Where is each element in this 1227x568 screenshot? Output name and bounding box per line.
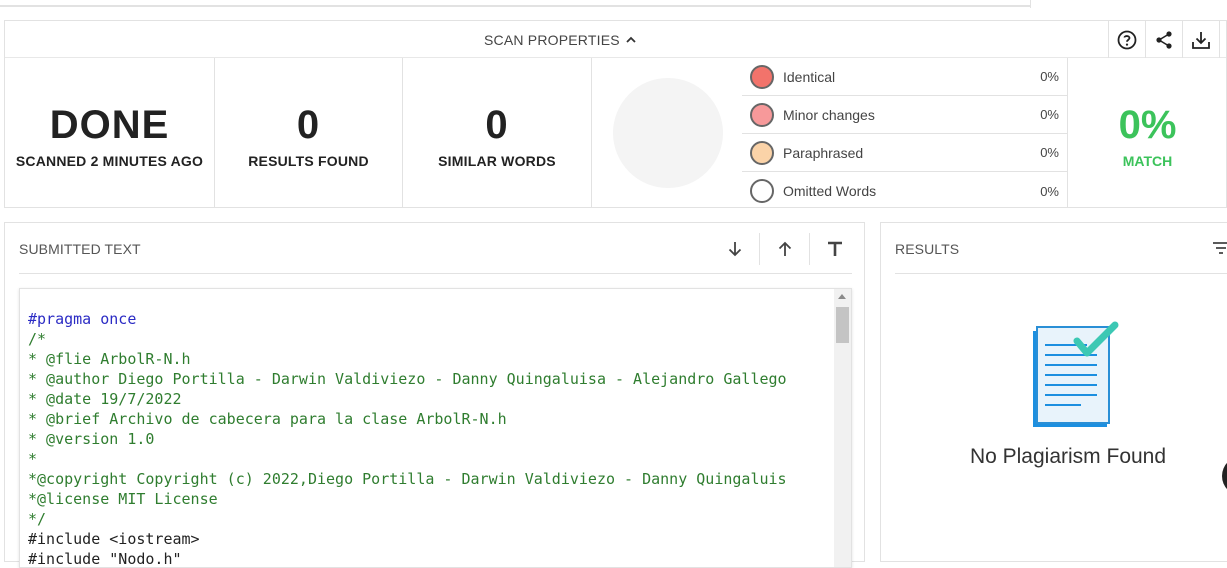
results-found-stat: 0 RESULTS FOUND bbox=[215, 58, 403, 208]
legend-row-paraphrased: Paraphrased 0% bbox=[742, 134, 1067, 172]
match-donut-chart bbox=[613, 78, 723, 188]
download-button[interactable] bbox=[1182, 21, 1219, 58]
status-value: DONE bbox=[5, 103, 214, 147]
legend-percent: 0% bbox=[1040, 107, 1059, 122]
match-label: MATCH bbox=[1068, 153, 1227, 169]
share-button[interactable] bbox=[1145, 21, 1182, 58]
arrow-up-icon bbox=[776, 240, 794, 258]
paraphrased-swatch bbox=[750, 141, 774, 165]
legend-row-minor-changes: Minor changes 0% bbox=[742, 96, 1067, 134]
results-found-value: 0 bbox=[215, 103, 402, 147]
vertical-scrollbar[interactable] bbox=[834, 289, 851, 567]
similar-words-value: 0 bbox=[403, 103, 591, 147]
filter-icon[interactable] bbox=[1211, 239, 1227, 257]
share-icon bbox=[1154, 30, 1174, 50]
scrollbar-thumb[interactable] bbox=[836, 307, 849, 343]
scan-properties-title: SCAN PROPERTIES bbox=[484, 32, 620, 48]
legend-label: Identical bbox=[783, 69, 835, 85]
code-line: * @author Diego Portilla - Darwin Valdiv… bbox=[28, 369, 787, 389]
text-format-button[interactable] bbox=[810, 233, 860, 265]
document-check-icon bbox=[1031, 321, 1121, 431]
legend-label: Paraphrased bbox=[783, 145, 863, 161]
scan-properties-panel: SCAN PROPERTIES DONE SCANNED 2 MINUTES A… bbox=[4, 20, 1227, 208]
legend-percent: 0% bbox=[1040, 184, 1059, 199]
identical-swatch bbox=[750, 65, 774, 89]
download-icon bbox=[1191, 30, 1211, 50]
arrow-down-icon bbox=[726, 240, 744, 258]
submitted-text-viewer[interactable]: #pragma once/** @flie ArbolR-N.h* @autho… bbox=[19, 288, 852, 568]
code-line: *@license MIT License bbox=[28, 489, 787, 509]
scan-properties-header: SCAN PROPERTIES bbox=[5, 21, 1226, 58]
code-line: #pragma once bbox=[28, 309, 787, 329]
code-line: * @date 19/7/2022 bbox=[28, 389, 787, 409]
code-block: #pragma once/** @flie ArbolR-N.h* @autho… bbox=[28, 309, 787, 568]
legend-label: Minor changes bbox=[783, 107, 875, 123]
next-match-button[interactable] bbox=[710, 233, 760, 265]
code-line: /* bbox=[28, 329, 787, 349]
omitted-words-swatch bbox=[750, 179, 774, 203]
submitted-text-title: SUBMITTED TEXT bbox=[19, 241, 141, 257]
submitted-text-panel: SUBMITTED TEXT #pragma once/** @flie Arb… bbox=[4, 222, 865, 562]
code-line: *@copyright Copyright (c) 2022,Diego Por… bbox=[28, 469, 787, 489]
code-line: * @flie ArbolR-N.h bbox=[28, 349, 787, 369]
results-panel: RESULTS No Plagiarism Found bbox=[880, 222, 1227, 562]
divider bbox=[19, 273, 852, 274]
code-line: * bbox=[28, 449, 787, 469]
code-line: * @brief Archivo de cabecera para la cla… bbox=[28, 409, 787, 429]
previous-match-button[interactable] bbox=[760, 233, 810, 265]
similar-words-label: SIMILAR WORDS bbox=[403, 153, 591, 169]
status-stat: DONE SCANNED 2 MINUTES AGO bbox=[5, 58, 215, 208]
status-label: SCANNED 2 MINUTES AGO bbox=[5, 153, 214, 169]
divider bbox=[895, 273, 1227, 274]
chevron-up-icon bbox=[626, 35, 636, 45]
no-plagiarism-message: No Plagiarism Found bbox=[881, 445, 1227, 469]
legend-percent: 0% bbox=[1040, 69, 1059, 84]
top-strip bbox=[0, 0, 1227, 8]
legend-row-identical: Identical 0% bbox=[742, 58, 1067, 96]
code-line: #include <iostream> bbox=[28, 529, 787, 549]
legend-percent: 0% bbox=[1040, 145, 1059, 160]
results-found-label: RESULTS FOUND bbox=[215, 153, 402, 169]
legend-label: Omitted Words bbox=[783, 183, 876, 199]
text-format-icon bbox=[826, 240, 844, 258]
match-value: 0% bbox=[1068, 103, 1227, 147]
more-button[interactable] bbox=[1219, 21, 1227, 58]
match-legend: Identical 0% Minor changes 0% Paraphrase… bbox=[742, 58, 1067, 210]
scan-properties-toggle[interactable]: SCAN PROPERTIES bbox=[484, 32, 636, 48]
similar-words-stat: 0 SIMILAR WORDS bbox=[403, 58, 592, 208]
legend-row-omitted-words: Omitted Words 0% bbox=[742, 172, 1067, 210]
minor-changes-swatch bbox=[750, 103, 774, 127]
help-button[interactable] bbox=[1108, 21, 1145, 58]
code-line: */ bbox=[28, 509, 787, 529]
match-stat: 0% MATCH bbox=[1067, 58, 1227, 208]
help-icon bbox=[1117, 30, 1137, 50]
code-line: * @version 1.0 bbox=[28, 429, 787, 449]
scroll-up-arrow[interactable] bbox=[838, 294, 846, 299]
code-line: #include "Nodo.h" bbox=[28, 549, 787, 568]
results-title: RESULTS bbox=[895, 241, 959, 257]
